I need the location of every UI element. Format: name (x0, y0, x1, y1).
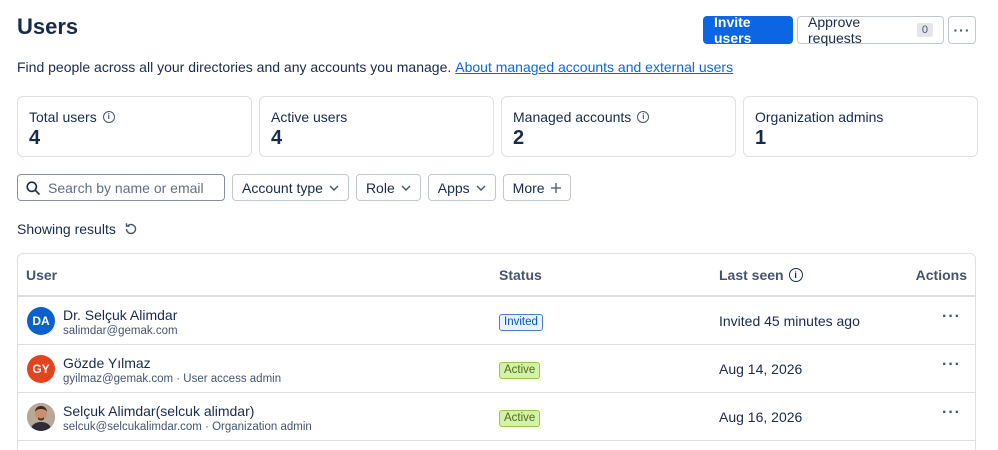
stat-label: Managed accounts (513, 109, 632, 125)
page-description: Find people across all your directories … (17, 59, 733, 75)
filter-bar: Account type Role Apps More (17, 174, 571, 201)
last-seen: Invited 45 minutes ago (719, 313, 860, 329)
results-label: Showing results (17, 221, 116, 237)
apps-filter[interactable]: Apps (427, 174, 496, 201)
last-seen: Aug 14, 2026 (719, 361, 803, 377)
stat-value: 4 (271, 127, 283, 149)
info-icon[interactable]: i (788, 268, 803, 282)
user-email: gyilmaz@gemak.com · User access admin (63, 373, 282, 385)
filter-label: Role (365, 179, 395, 196)
avatar (27, 403, 55, 431)
search-input[interactable] (48, 179, 208, 196)
row-actions-button[interactable]: ··· (942, 308, 961, 326)
results-status: Showing results (17, 221, 138, 237)
approve-requests-label: Approve requests (808, 14, 862, 46)
row-actions-button[interactable]: ··· (942, 404, 961, 422)
chevron-down-icon (401, 185, 411, 191)
filter-label: Apps (437, 179, 470, 196)
filter-label: More (512, 179, 545, 196)
account-type-filter[interactable]: Account type (232, 174, 349, 201)
table-row[interactable]: GY Gözde Yılmaz gyilmaz@gemak.com · User… (18, 345, 975, 393)
header-actions: Invite users Approve requests 0 ··· (703, 14, 976, 46)
role-filter[interactable]: Role (355, 174, 421, 201)
avatar: GY (27, 355, 55, 383)
status-badge: Active (499, 362, 541, 379)
more-options-button[interactable]: ··· (948, 16, 976, 44)
approve-requests-count: 0 (916, 23, 933, 37)
page-title: Users (17, 14, 79, 39)
chevron-down-icon (476, 185, 486, 191)
row-actions-button[interactable]: ··· (942, 356, 961, 374)
column-header-status[interactable]: Status (499, 267, 542, 283)
search-icon (26, 180, 40, 195)
column-header-user[interactable]: User (26, 267, 57, 283)
info-icon[interactable]: i (102, 111, 115, 123)
approve-requests-button[interactable]: Approve requests 0 (797, 14, 944, 46)
user-name[interactable]: Dr. Selçuk Alimdar (63, 307, 177, 323)
stat-value: 2 (513, 127, 525, 149)
users-table: User Status Last seen i Actions DA Dr. S… (17, 253, 976, 450)
stat-value: 1 (755, 127, 767, 149)
invite-users-button[interactable]: Invite users (703, 14, 793, 46)
column-label: Last seen (719, 267, 784, 283)
table-header: User Status Last seen i Actions (18, 254, 975, 297)
description-text: Find people across all your directories … (17, 59, 452, 75)
user-email: selcuk@selcukalimdar.com · Organization … (63, 421, 312, 433)
user-name[interactable]: Selçuk Alimdar(selcuk alimdar) (63, 403, 254, 419)
stats-cards: Total users i 4 Active users 4 Managed ac… (17, 96, 978, 157)
managed-accounts-link[interactable]: About managed accounts and external user… (455, 59, 733, 75)
stat-value: 4 (29, 127, 41, 149)
stat-label: Active users (271, 109, 348, 125)
stat-label: Organization admins (755, 109, 884, 125)
refresh-icon[interactable] (124, 222, 138, 236)
stat-card-managed-accounts: Managed accounts i 2 (501, 96, 736, 157)
status-badge: Active (499, 410, 541, 427)
last-seen: Aug 16, 2026 (719, 409, 803, 425)
stat-card-total-users: Total users i 4 (17, 96, 252, 157)
stat-label: Total users (29, 109, 97, 125)
user-email: salimdar@gemak.com (63, 325, 178, 337)
table-row[interactable]: DA Dr. Selçuk Alimdar salimdar@gemak.com… (18, 297, 975, 345)
search-box[interactable] (17, 174, 225, 201)
stat-card-active-users: Active users 4 (259, 96, 494, 157)
column-header-last-seen[interactable]: Last seen i (719, 267, 803, 283)
filter-label: Account type (242, 179, 323, 196)
info-icon[interactable]: i (637, 111, 650, 123)
table-row[interactable]: Selçuk Alimdar(selcuk alimdar) selcuk@se… (18, 393, 975, 441)
profile-photo-icon (27, 403, 55, 431)
status-badge: Invited (499, 314, 543, 331)
column-header-actions: Actions (915, 267, 967, 283)
chevron-down-icon (329, 185, 339, 191)
more-filters-button[interactable]: More (502, 174, 571, 201)
user-name[interactable]: Gözde Yılmaz (63, 355, 151, 371)
stat-card-organization-admins: Organization admins 1 (743, 96, 978, 157)
avatar: DA (27, 307, 55, 335)
plus-icon (550, 182, 561, 193)
